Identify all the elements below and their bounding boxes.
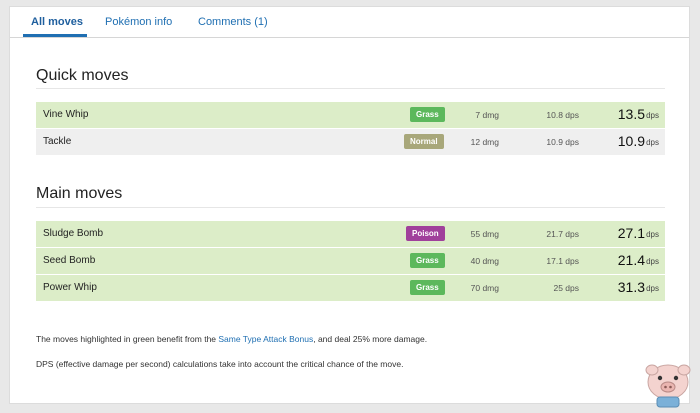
dps-unit: dps [646, 284, 659, 293]
tab-pokemon-info[interactable]: Pokémon info [105, 16, 172, 28]
type-badge-normal[interactable]: Normal [404, 134, 444, 149]
move-name[interactable]: Seed Bomb [43, 255, 95, 266]
move-dps-base: 10.8 dps [546, 110, 579, 120]
move-row-seed-bomb: Seed Bomb Grass 40 dmg 17.1 dps 21.4 dps [36, 248, 665, 274]
tab-comments[interactable]: Comments (1) [198, 16, 268, 28]
move-dps-base: 17.1 dps [546, 256, 579, 266]
dps-unit: dps [646, 111, 659, 120]
move-row-vine-whip: Vine Whip Grass 7 dmg 10.8 dps 13.5 dps [36, 102, 665, 128]
type-badge-poison[interactable]: Poison [406, 226, 445, 241]
type-badge-grass[interactable]: Grass [410, 253, 445, 268]
active-tab-indicator [23, 34, 87, 37]
stab-note: The moves highlighted in green benefit f… [36, 334, 427, 344]
move-dps-effective: 13.5 [617, 106, 645, 122]
tab-all-moves[interactable]: All moves [31, 16, 83, 28]
dps-unit: dps [646, 257, 659, 266]
move-dps-effective: 27.1 [617, 225, 645, 241]
dps-unit: dps [646, 138, 659, 147]
move-damage: 40 dmg [470, 256, 499, 266]
quick-moves-heading: Quick moves [36, 67, 129, 84]
dps-unit: dps [646, 230, 659, 239]
type-badge-grass[interactable]: Grass [410, 280, 445, 295]
move-name[interactable]: Sludge Bomb [43, 228, 103, 239]
move-name[interactable]: Power Whip [43, 282, 97, 293]
stab-link[interactable]: Same Type Attack Bonus [218, 334, 313, 344]
stab-note-text: The moves highlighted in green benefit f… [36, 334, 219, 344]
section-divider [36, 207, 665, 208]
section-divider [36, 88, 665, 89]
move-dps-effective: 21.4 [617, 252, 645, 268]
move-dps-effective: 31.3 [617, 279, 645, 295]
move-damage: 12 dmg [470, 137, 499, 147]
move-dps-effective: 10.9 [617, 133, 645, 149]
move-name[interactable]: Tackle [43, 136, 71, 147]
move-dps-base: 21.7 dps [546, 229, 579, 239]
move-dps-base: 10.9 dps [546, 137, 579, 147]
move-damage: 70 dmg [470, 283, 499, 293]
move-damage: 7 dmg [475, 110, 499, 120]
move-dps-base: 25 dps [553, 283, 579, 293]
move-row-tackle: Tackle Normal 12 dmg 10.9 dps 10.9 dps [36, 129, 665, 155]
stab-note-text-end: , and deal 25% more damage. [313, 334, 428, 344]
dps-note: DPS (effective damage per second) calcul… [36, 359, 404, 369]
type-badge-grass[interactable]: Grass [410, 107, 445, 122]
pig-mascot-icon [645, 364, 691, 408]
move-damage: 55 dmg [470, 229, 499, 239]
move-row-sludge-bomb: Sludge Bomb Poison 55 dmg 21.7 dps 27.1 … [36, 221, 665, 247]
move-row-power-whip: Power Whip Grass 70 dmg 25 dps 31.3 dps [36, 275, 665, 301]
tab-bar: All moves Pokémon info Comments (1) [10, 7, 689, 38]
main-moves-heading: Main moves [36, 185, 123, 202]
moves-card: All moves Pokémon info Comments (1) Quic… [9, 6, 690, 404]
move-name[interactable]: Vine Whip [43, 109, 88, 120]
